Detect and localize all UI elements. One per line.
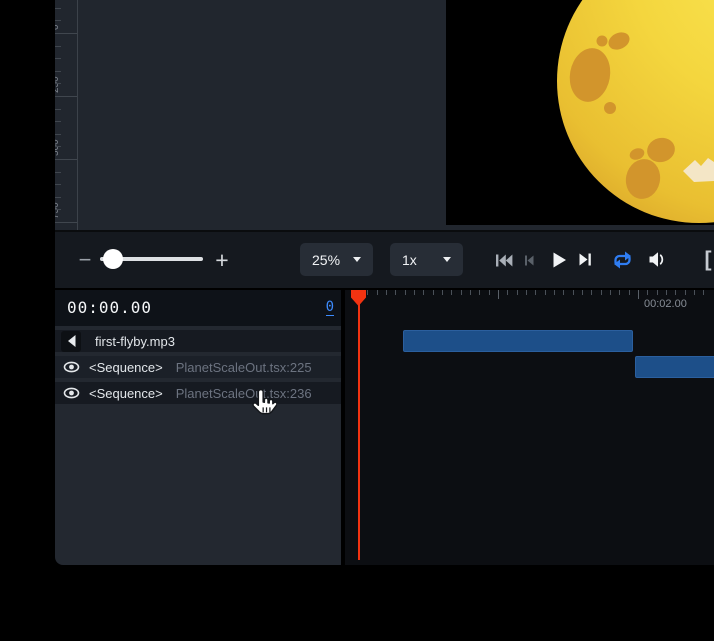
planet-graphic — [446, 0, 714, 225]
loop-icon — [611, 251, 634, 269]
track-label: <Sequence> — [89, 386, 163, 401]
scale-value: 25% — [312, 252, 340, 268]
previous-frame-icon — [523, 255, 535, 266]
loop-button[interactable] — [608, 249, 636, 271]
ruler-label: 500 — [55, 139, 62, 156]
timeline-section: 00:00.00 0 first-flyby.mp3 <Sequence> — [55, 290, 714, 565]
ruler-label: 750 — [55, 202, 62, 219]
ruler-label: 0 — [55, 24, 62, 30]
eye-icon[interactable] — [61, 383, 81, 404]
timeline-clip[interactable] — [635, 356, 714, 378]
previous-frame-button[interactable] — [521, 254, 537, 267]
vertical-ruler: 0 250 500 750 — [55, 0, 78, 230]
track-source: PlanetScaleOut.tsx:236 — [176, 386, 312, 401]
zoom-slider-knob[interactable] — [103, 249, 123, 269]
skip-to-start-button[interactable] — [493, 252, 515, 269]
track-row-audio[interactable]: first-flyby.mp3 — [55, 330, 341, 352]
track-row-sequence-236[interactable]: <Sequence> PlanetScaleOut.tsx:236 — [55, 382, 341, 404]
play-button[interactable] — [549, 251, 569, 269]
timeline-header: 00:00.00 0 — [55, 290, 341, 326]
zoom-out-button[interactable]: − — [71, 247, 99, 273]
toolbar: − + 25% 1x — [55, 232, 714, 290]
play-icon — [552, 252, 567, 268]
ruler-label: 250 — [55, 76, 62, 93]
chevron-down-icon — [353, 257, 361, 262]
speed-dropdown[interactable]: 1x — [390, 243, 463, 276]
in-point-button[interactable]: [ — [701, 246, 714, 274]
track-label: <Sequence> — [89, 360, 163, 375]
playhead-line — [358, 304, 360, 560]
timecode-display[interactable]: 00:00.00 — [67, 298, 152, 317]
skip-to-start-icon — [495, 254, 513, 267]
track-label: first-flyby.mp3 — [95, 334, 175, 349]
next-frame-button[interactable] — [576, 252, 594, 267]
next-frame-icon — [578, 253, 592, 266]
audio-icon[interactable] — [61, 331, 81, 352]
speed-value: 1x — [402, 252, 417, 268]
eye-icon[interactable] — [61, 357, 81, 378]
playhead[interactable] — [351, 290, 367, 563]
scale-dropdown[interactable]: 25% — [300, 243, 373, 276]
remotion-studio-window: 0 250 500 750 — [55, 0, 714, 565]
track-row-sequence-225[interactable]: <Sequence> PlanetScaleOut.tsx:225 — [55, 356, 341, 378]
preview-section: 0 250 500 750 — [55, 0, 714, 232]
zoom-in-button[interactable]: + — [208, 246, 236, 274]
chevron-down-icon — [443, 257, 451, 262]
frame-number-link[interactable]: 0 — [326, 299, 334, 316]
composition-viewport — [446, 0, 714, 225]
timeline-clip[interactable] — [403, 330, 633, 352]
volume-icon — [648, 251, 667, 268]
timeline-time-label: 00:02.00 — [644, 298, 687, 310]
track-source: PlanetScaleOut.tsx:225 — [176, 360, 312, 375]
volume-button[interactable] — [645, 249, 669, 270]
timeline-track-area[interactable]: 00:02.00 — [345, 290, 714, 565]
track-panel: 00:00.00 0 first-flyby.mp3 <Sequence> — [55, 290, 341, 565]
